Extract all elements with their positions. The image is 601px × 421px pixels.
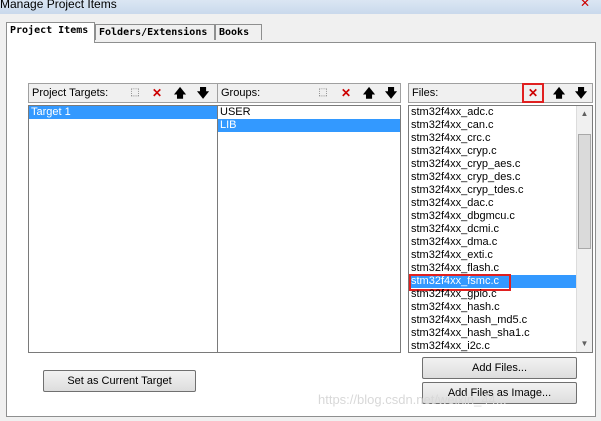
list-item-label: LIB [220, 119, 237, 131]
project-items-page: Project Targets: ⬚ ✕ 🡅 🡇 Target 1 Groups… [6, 42, 596, 417]
list-item[interactable]: stm32f4xx_crc.c [409, 132, 592, 145]
list-item-label: stm32f4xx_crc.c [411, 132, 491, 144]
delete-file-icon[interactable]: ✕ [522, 83, 544, 103]
targets-list[interactable]: Target 1 [28, 105, 218, 353]
list-item-label: stm32f4xx_flash.c [411, 262, 500, 274]
list-item-label: Target 1 [31, 106, 71, 118]
list-item[interactable]: stm32f4xx_cryp_des.c [409, 171, 592, 184]
move-up-group-icon[interactable]: 🡅 [360, 85, 378, 101]
list-item[interactable]: stm32f4xx_hash.c [409, 301, 592, 314]
list-item-label: stm32f4xx_adc.c [411, 106, 494, 118]
scroll-thumb[interactable] [578, 134, 591, 249]
list-item-label: stm32f4xx_dac.c [411, 197, 494, 209]
tab-label: Books [219, 27, 250, 38]
files-scrollbar[interactable]: ▲ ▼ [576, 106, 592, 352]
delete-target-icon[interactable]: ✕ [148, 85, 166, 101]
list-item-label: stm32f4xx_fsmc.c [411, 275, 500, 287]
list-item-label: stm32f4xx_gpio.c [411, 288, 497, 300]
list-item-label: stm32f4xx_exti.c [411, 249, 493, 261]
list-item-label: stm32f4xx_can.c [411, 119, 494, 131]
window-title: Manage Project Items [0, 0, 117, 11]
list-item[interactable]: USER [218, 106, 400, 119]
files-label: Files: [412, 87, 439, 99]
list-item-selected[interactable]: stm32f4xx_fsmc.c [409, 274, 592, 291]
groups-label: Groups: [221, 87, 261, 99]
scroll-up-icon[interactable]: ▲ [577, 106, 592, 122]
list-item[interactable]: stm32f4xx_cryp_tdes.c [409, 184, 592, 197]
list-item-label: stm32f4xx_dbgmcu.c [411, 210, 515, 222]
close-icon[interactable]: ✕ [575, 0, 595, 10]
list-item[interactable]: stm32f4xx_exti.c [409, 249, 592, 262]
list-item-label: stm32f4xx_hash_sha1.c [411, 327, 530, 339]
list-item[interactable]: stm32f4xx_cryp_aes.c [409, 158, 592, 171]
list-item-label: stm32f4xx_cryp_aes.c [411, 158, 521, 170]
new-group-icon[interactable]: ⬚ [314, 85, 332, 101]
tab-label: Project Items [10, 25, 89, 36]
move-down-file-icon[interactable]: 🡇 [572, 85, 590, 101]
list-item[interactable]: stm32f4xx_gpio.c [409, 288, 592, 301]
list-item-label: stm32f4xx_cryp_des.c [411, 171, 521, 183]
move-down-target-icon[interactable]: 🡇 [194, 85, 212, 101]
set-current-target-button[interactable]: Set as Current Target [43, 370, 196, 392]
tab-project-items[interactable]: Project Items [6, 22, 95, 43]
list-item[interactable]: stm32f4xx_hash_md5.c [409, 314, 592, 327]
list-item[interactable]: Target 1 [29, 106, 217, 119]
list-item[interactable]: stm32f4xx_adc.c [409, 106, 592, 119]
list-item[interactable]: stm32f4xx_dcmi.c [409, 223, 592, 236]
delete-group-icon[interactable]: ✕ [337, 85, 355, 101]
new-target-icon[interactable]: ⬚ [126, 85, 144, 101]
tab-folders-extensions[interactable]: Folders/Extensions [95, 24, 215, 40]
list-item[interactable]: stm32f4xx_can.c [409, 119, 592, 132]
targets-label: Project Targets: [32, 87, 109, 99]
list-item[interactable]: stm32f4xx_cryp.c [409, 145, 592, 158]
move-down-group-icon[interactable]: 🡇 [382, 85, 400, 101]
groups-header: Groups: ⬚ ✕ 🡅 🡇 [217, 83, 401, 103]
add-files-button[interactable]: Add Files... [422, 357, 577, 379]
list-item-label: USER [220, 106, 251, 118]
title-bar: Manage Project Items ✕ [0, 0, 601, 14]
list-item-label: stm32f4xx_dma.c [411, 236, 498, 248]
list-item[interactable]: stm32f4xx_dbgmcu.c [409, 210, 592, 223]
move-up-file-icon[interactable]: 🡅 [550, 85, 568, 101]
list-item[interactable]: stm32f4xx_dac.c [409, 197, 592, 210]
files-list[interactable]: stm32f4xx_adc.c stm32f4xx_can.c stm32f4x… [408, 105, 593, 353]
move-up-target-icon[interactable]: 🡅 [171, 85, 189, 101]
list-item[interactable]: stm32f4xx_dma.c [409, 236, 592, 249]
list-item[interactable]: LIB [218, 119, 400, 132]
tab-label: Folders/Extensions [99, 27, 208, 38]
list-item[interactable]: stm32f4xx_hash_sha1.c [409, 327, 592, 340]
list-item-label: stm32f4xx_hash.c [411, 301, 500, 313]
watermark: https://blog.csdn.net/weixin_44... [318, 392, 507, 407]
list-item-label: stm32f4xx_i2c.c [411, 340, 490, 352]
targets-header: Project Targets: ⬚ ✕ 🡅 🡇 [28, 83, 218, 103]
groups-list[interactable]: USER LIB [217, 105, 401, 353]
list-item-label: stm32f4xx_dcmi.c [411, 223, 500, 235]
tab-books[interactable]: Books [215, 24, 262, 40]
list-item-label: stm32f4xx_cryp_tdes.c [411, 184, 524, 196]
list-item-label: stm32f4xx_cryp.c [411, 145, 497, 157]
list-item-label: stm32f4xx_hash_md5.c [411, 314, 528, 326]
list-item[interactable]: stm32f4xx_i2c.c [409, 340, 592, 352]
files-header: Files: ✕ 🡅 🡇 [408, 83, 593, 103]
scroll-down-icon[interactable]: ▼ [577, 336, 592, 352]
